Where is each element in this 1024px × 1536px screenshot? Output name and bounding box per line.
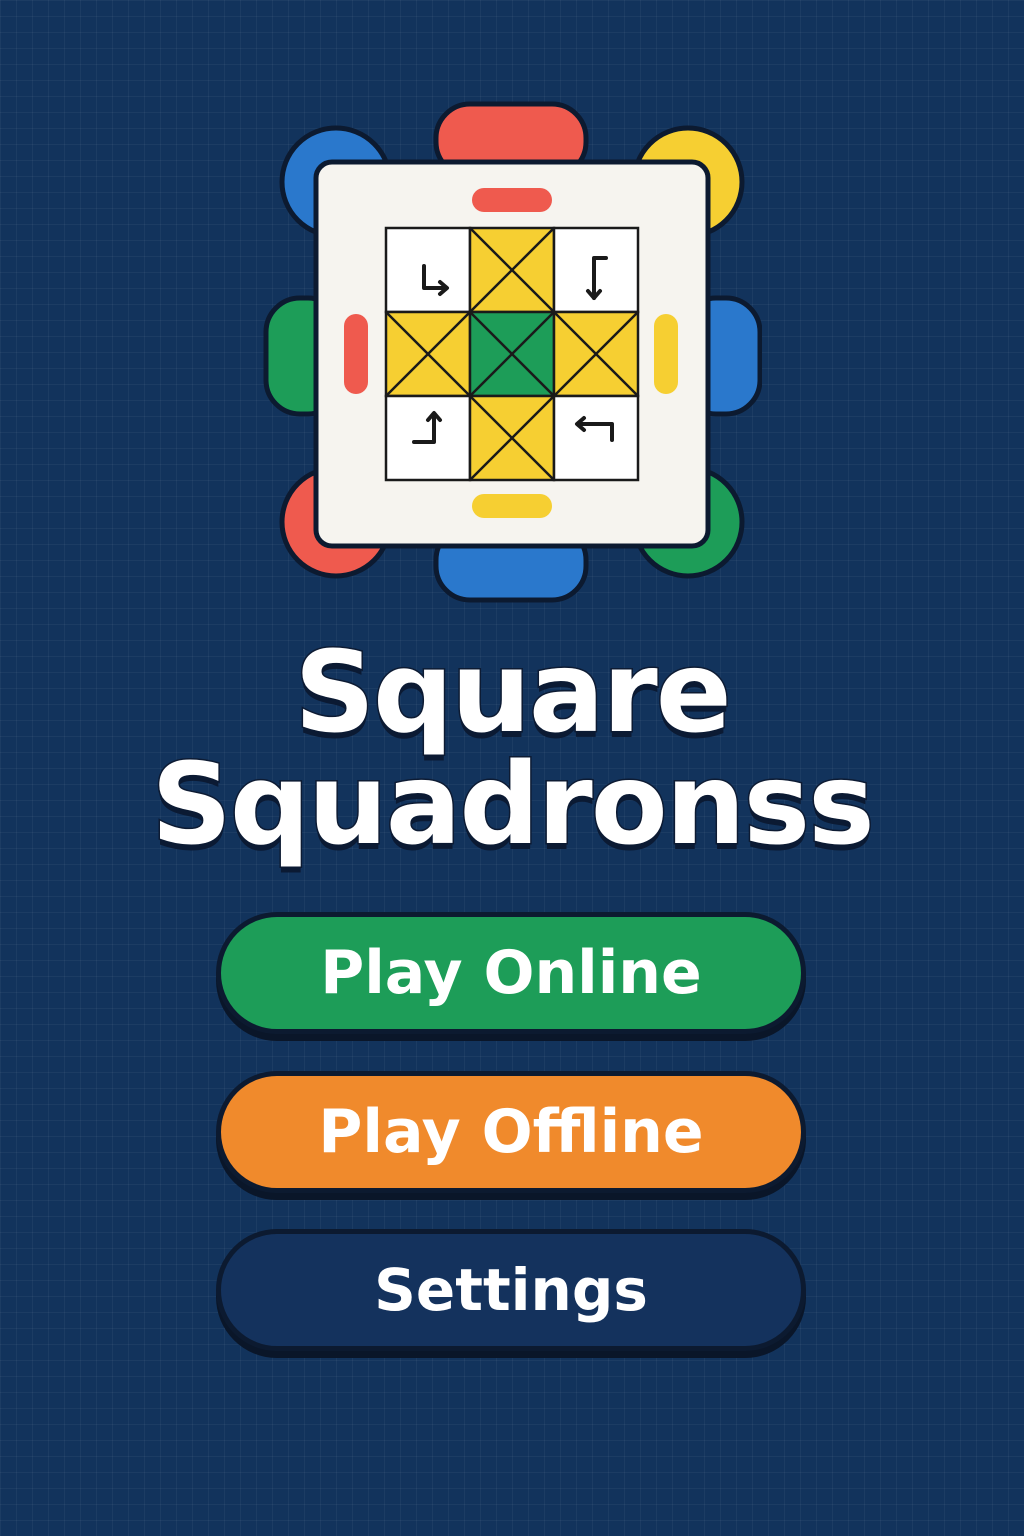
settings-label: Settings: [374, 1256, 648, 1324]
logo-cell-top-left: [384, 226, 472, 314]
play-offline-button[interactable]: Play Offline: [216, 1071, 806, 1193]
logo-yellow-bar: [472, 494, 552, 518]
logo-red-bar: [472, 188, 552, 212]
play-online-label: Play Online: [320, 938, 702, 1008]
play-offline-label: Play Offline: [318, 1097, 704, 1167]
logo-red-bar-left: [344, 314, 368, 394]
settings-button[interactable]: Settings: [216, 1229, 806, 1351]
game-title-line-1: Square: [293, 627, 733, 760]
game-logo: [263, 101, 762, 603]
game-title-line-2: Squadronss: [150, 739, 877, 872]
logo-cell-bottom-right: [552, 394, 640, 482]
logo-yellow-bar-right: [654, 314, 678, 394]
logo-cell-bottom-left: [384, 394, 472, 482]
play-online-button[interactable]: Play Online: [216, 912, 806, 1034]
